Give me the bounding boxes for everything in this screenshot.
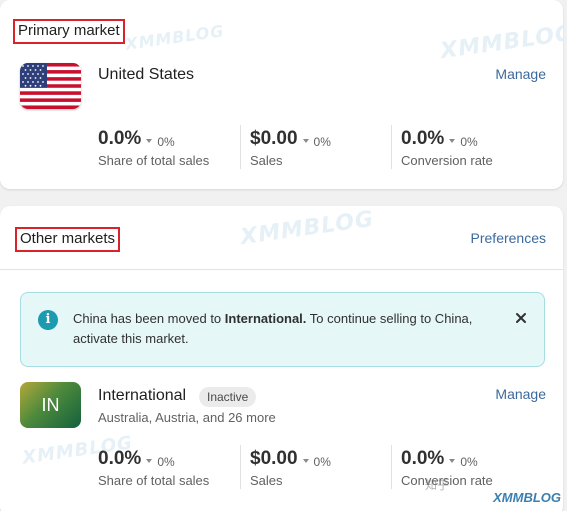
preferences-link[interactable]: Preferences bbox=[471, 230, 546, 246]
info-banner: i China has been moved to International.… bbox=[20, 292, 545, 367]
metric-label: Sales bbox=[250, 473, 283, 488]
banner-message: China has been moved to International. T… bbox=[73, 311, 473, 346]
metric-label: Share of total sales bbox=[98, 153, 210, 168]
watermark: XMMBLOG bbox=[238, 206, 376, 251]
metric-delta: 0% bbox=[157, 135, 175, 149]
watermark: XMMBLOG bbox=[438, 20, 563, 65]
metric-value: $0.00 bbox=[250, 128, 298, 149]
watermark: XMMBLOG bbox=[124, 21, 226, 54]
close-icon[interactable] bbox=[514, 311, 528, 325]
other-markets-title: Other markets bbox=[15, 227, 121, 252]
metric-delta: 0% bbox=[157, 455, 175, 469]
zhihu-watermark: 知乎 bbox=[425, 478, 450, 492]
info-icon: i bbox=[38, 310, 58, 330]
metric-value: $0.00 bbox=[250, 448, 298, 469]
caret-down-icon bbox=[449, 459, 456, 463]
international-tile-icon: IN bbox=[20, 382, 81, 428]
caret-down-icon bbox=[146, 459, 153, 463]
metric-delta: 0% bbox=[313, 135, 331, 149]
primary-market-name: United States bbox=[98, 66, 195, 83]
primary-manage-link[interactable]: Manage bbox=[495, 66, 546, 82]
international-metric-sales: $0.00 0% Sales bbox=[250, 448, 331, 488]
metric-value: 0.0% bbox=[401, 448, 445, 469]
caret-down-icon bbox=[302, 459, 309, 463]
primary-metric-conversion: 0.0% 0% Conversion rate bbox=[401, 128, 493, 168]
metric-delta: 0% bbox=[460, 135, 478, 149]
metric-value: 0.0% bbox=[401, 128, 445, 149]
caret-down-icon bbox=[146, 139, 153, 143]
primary-market-card: Primary market United States Manage 0.0%… bbox=[0, 0, 563, 189]
international-market-name: International bbox=[98, 387, 187, 404]
caret-down-icon bbox=[449, 139, 456, 143]
metric-value: 0.0% bbox=[98, 448, 142, 469]
metric-label: Share of total sales bbox=[98, 473, 210, 488]
international-countries: Australia, Austria, and 26 more bbox=[98, 410, 276, 425]
caret-down-icon bbox=[302, 139, 309, 143]
international-metric-share: 0.0% 0% Share of total sales bbox=[98, 448, 209, 488]
metric-divider bbox=[391, 125, 392, 169]
corner-watermark: XMMBLOG bbox=[493, 490, 561, 505]
metric-divider bbox=[391, 445, 392, 489]
metric-delta: 0% bbox=[313, 455, 331, 469]
metric-value: 0.0% bbox=[98, 128, 142, 149]
other-markets-card: Other markets Preferences i China has be… bbox=[0, 206, 563, 511]
section-divider bbox=[0, 269, 563, 270]
metric-divider bbox=[240, 125, 241, 169]
us-flag-icon bbox=[20, 63, 81, 109]
primary-metric-share: 0.0% 0% Share of total sales bbox=[98, 128, 209, 168]
primary-metric-sales: $0.00 0% Sales bbox=[250, 128, 331, 168]
metric-label: Sales bbox=[250, 153, 283, 168]
metric-delta: 0% bbox=[460, 455, 478, 469]
metric-divider bbox=[240, 445, 241, 489]
status-badge: Inactive bbox=[199, 387, 257, 407]
primary-market-title: Primary market bbox=[13, 19, 125, 44]
metric-label: Conversion rate bbox=[401, 153, 493, 168]
international-manage-link[interactable]: Manage bbox=[495, 386, 546, 402]
